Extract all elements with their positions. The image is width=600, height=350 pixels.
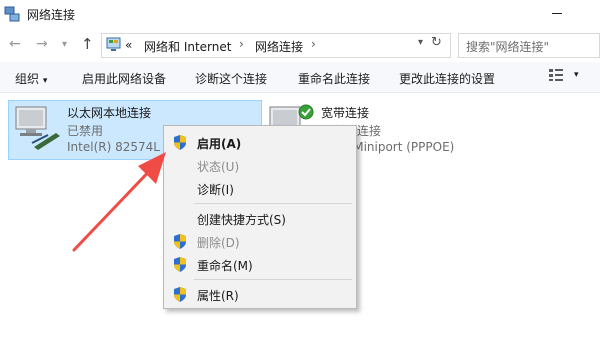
rename-button[interactable]: 重命名此连接 [298, 70, 370, 87]
address-dropdown-icon[interactable]: ▾ [418, 37, 423, 48]
control-panel-icon [106, 37, 121, 51]
menu-label: 重命名(M) [197, 259, 253, 273]
menu-item-delete[interactable]: 删除(D) [164, 230, 356, 252]
menu-label: 创建快捷方式(S) [197, 213, 286, 227]
enable-device-button[interactable]: 启用此网络设备 [82, 70, 166, 87]
breadcrumb-overflow[interactable]: « [125, 38, 132, 52]
menu-label: 诊断(I) [197, 183, 234, 197]
change-settings-button[interactable]: 更改此连接的设置 [399, 70, 495, 87]
menu-label: 状态(U) [197, 160, 240, 174]
uac-shield-icon [174, 287, 186, 302]
connection-name: 宽带连接 [321, 106, 370, 120]
menu-item-rename[interactable]: 重命名(M) [164, 253, 356, 275]
menu-separator [194, 203, 352, 204]
view-options-icon[interactable] [548, 68, 564, 82]
menu-item-properties[interactable]: 属性(R) [164, 283, 356, 305]
chevron-down-icon: ▾ [42, 76, 48, 86]
title-bar [0, 0, 600, 30]
diagnose-button[interactable]: 诊断这个连接 [195, 70, 267, 87]
network-connections-icon [4, 6, 20, 22]
window-title: 网络连接 [27, 8, 76, 22]
connection-status: 已禁用 [67, 124, 104, 138]
menu-label: 启用(A) [197, 137, 242, 151]
menu-item-create-shortcut[interactable]: 创建快捷方式(S) [164, 207, 356, 229]
refresh-icon[interactable]: ↻ [431, 35, 442, 50]
context-menu: 启用(A) 状态(U) 诊断(I) 创建快捷方式(S) 删除(D) 重命名(M)… [163, 125, 357, 309]
connection-name: 以太网本地连接 [67, 106, 152, 120]
minimize-button[interactable] [548, 6, 568, 22]
search-placeholder: 搜索"网络连接" [466, 40, 550, 54]
breadcrumb-network-connections[interactable]: 网络连接 [255, 38, 303, 55]
view-dropdown-icon[interactable]: ▾ [574, 70, 579, 80]
ethernet-adapter-icon [15, 106, 60, 150]
breadcrumb-network-internet[interactable]: 网络和 Internet [144, 38, 231, 55]
breadcrumb-separator-end[interactable]: › [311, 37, 316, 51]
menu-separator [194, 279, 352, 280]
menu-item-status[interactable]: 状态(U) [164, 154, 356, 176]
organize-label: 组织 [15, 72, 40, 86]
organize-button[interactable]: 组织 ▾ [15, 70, 47, 87]
connected-check-icon [298, 104, 314, 120]
up-icon[interactable]: ↑ [81, 35, 94, 53]
recent-locations-icon[interactable]: ▾ [62, 39, 67, 50]
forward-icon[interactable]: → [36, 36, 48, 52]
menu-label: 属性(R) [197, 289, 239, 303]
menu-label: 删除(D) [197, 236, 240, 250]
breadcrumb-separator[interactable]: › [239, 37, 244, 51]
annotation-arrow-icon [72, 152, 166, 252]
back-icon[interactable]: ← [9, 36, 21, 52]
menu-item-diagnose[interactable]: 诊断(I) [164, 177, 356, 199]
menu-item-enable[interactable]: 启用(A) [164, 131, 356, 153]
